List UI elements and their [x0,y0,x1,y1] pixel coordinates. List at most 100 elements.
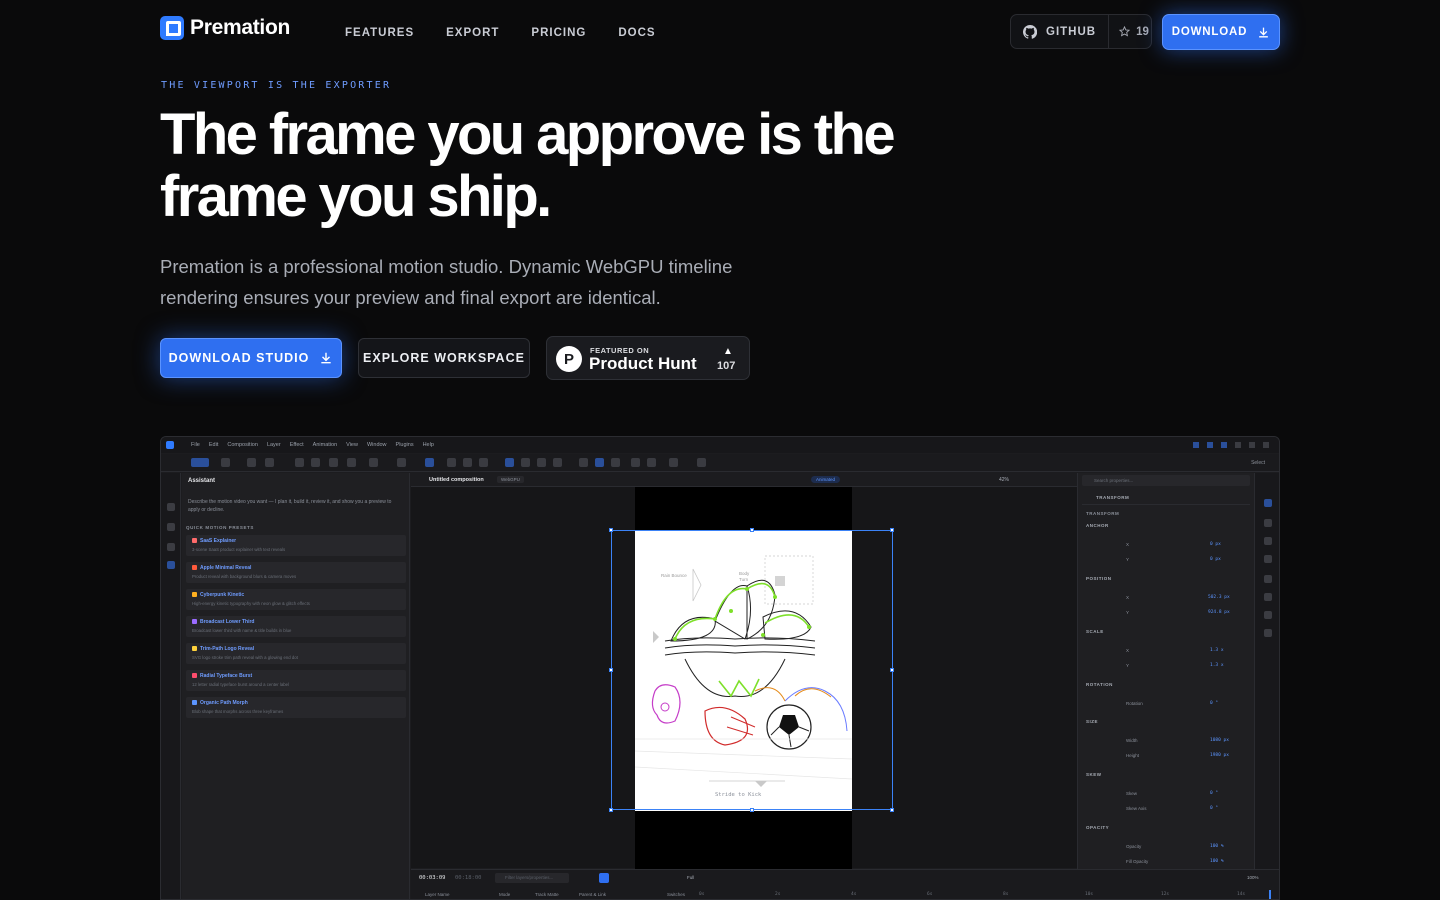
menu-file[interactable]: File [191,442,200,448]
gpu-tool-icon[interactable] [425,458,434,467]
select-tool-icon[interactable] [191,458,209,467]
scale-y-value[interactable]: 1.3 x [1210,663,1224,668]
maximize-icon[interactable] [1249,442,1255,448]
grid-tool-icon[interactable] [537,458,546,467]
brush-icon[interactable] [1264,519,1272,527]
resize-handle[interactable] [890,808,894,812]
github-button[interactable]: GITHUB 19 [1010,14,1152,49]
resize-handle[interactable] [890,668,894,672]
width-value[interactable]: 1080 px [1210,738,1229,743]
menu-layer[interactable]: Layer [267,442,281,448]
preset-item[interactable]: SaaS Explainer 3-scene SaaS product expla… [186,535,406,556]
transform-section[interactable]: TRANSFORM [1096,495,1129,500]
selection-box[interactable] [611,530,893,810]
media-icon[interactable] [167,523,175,531]
add-tool-icon[interactable] [369,458,378,467]
composition-tab[interactable]: Untitled composition [429,477,484,483]
minimize-icon[interactable] [1235,442,1241,448]
crop-tool-icon[interactable] [611,458,620,467]
anchor-y-value[interactable]: 0 px [1210,557,1221,562]
preset-item[interactable]: Cyberpunk Kinetic High-energy kinetic typ… [186,589,406,610]
move-tool-icon[interactable] [463,458,472,467]
resize-handle[interactable] [890,528,894,532]
gear-icon[interactable] [1264,593,1272,601]
link-tool-icon[interactable] [347,458,356,467]
download-button[interactable]: DOWNLOAD [1162,14,1280,50]
rotation-value[interactable]: 0 ° [1210,701,1218,706]
list-icon[interactable] [1264,629,1272,637]
fill-opacity-value[interactable]: 100 % [1210,859,1224,864]
layout-tool-icon[interactable] [669,458,678,467]
preset-item[interactable]: Organic Path Morph Blob shape that morphs… [186,697,406,718]
properties-icon[interactable] [1264,499,1272,507]
layout-icon[interactable] [1221,442,1227,448]
download-studio-button[interactable]: DOWNLOAD STUDIO [160,338,342,378]
opacity-value[interactable]: 100 % [1210,844,1224,849]
play-button[interactable] [599,873,609,883]
brand-logo[interactable]: Premation [160,16,290,40]
redo-icon[interactable] [647,458,656,467]
preset-item[interactable]: Broadcast Lower Third Broadcast lower thi… [186,616,406,637]
anchor-x-value[interactable]: 0 px [1210,542,1221,547]
position-y-value[interactable]: 924.8 px [1208,610,1230,615]
anchor-tool-icon[interactable] [397,458,406,467]
menu-window[interactable]: Window [367,442,387,448]
timeline-current-time[interactable]: 00:03:09 [419,875,446,881]
link-icon[interactable] [1264,537,1272,545]
height-value[interactable]: 1980 px [1210,753,1229,758]
undo-icon[interactable] [631,458,640,467]
refresh-tool-icon[interactable] [553,458,562,467]
menu-help[interactable]: Help [423,442,434,448]
timeline-search-input[interactable]: Filter layers/properties... [495,873,569,883]
library-icon[interactable] [167,543,175,551]
layers-icon[interactable] [167,503,175,511]
effects-icon[interactable] [1264,555,1272,563]
nav-link-features[interactable]: FEATURES [345,27,414,39]
menu-animation[interactable]: Animation [313,442,337,448]
resize-handle[interactable] [609,528,613,532]
crosshair-tool-icon[interactable] [521,458,530,467]
graph-icon[interactable] [1264,575,1272,583]
audio-icon[interactable] [1264,611,1272,619]
pin-tool-icon[interactable] [329,458,338,467]
close-icon[interactable] [1263,442,1269,448]
assistant-icon[interactable] [167,561,175,569]
puppet-tool-icon[interactable] [505,458,514,467]
layout-icon[interactable] [1207,442,1213,448]
preset-item[interactable]: Radial Typeface Burst 12 letter radial ty… [186,670,406,691]
shape-tool-icon[interactable] [265,458,274,467]
nav-link-export[interactable]: EXPORT [446,27,499,39]
resize-handle[interactable] [750,808,754,812]
preset-item[interactable]: Apple Minimal Reveal Product reveal with … [186,562,406,583]
skew-value[interactable]: 0 ° [1210,791,1218,796]
menu-view[interactable]: View [346,442,358,448]
explore-workspace-button[interactable]: EXPLORE WORKSPACE [358,338,530,378]
menu-edit[interactable]: Edit [209,442,218,448]
zoom-level[interactable]: 42% [999,477,1009,483]
frame-tool-icon[interactable] [595,458,604,467]
menu-effect[interactable]: Effect [290,442,304,448]
pen-tool-icon[interactable] [221,458,230,467]
resize-handle[interactable] [609,808,613,812]
layout-icon[interactable] [1193,442,1199,448]
settings-icon[interactable] [697,458,706,467]
menu-plugins[interactable]: Plugins [396,442,414,448]
position-x-value[interactable]: 502.3 px [1208,595,1230,600]
text-tool-icon[interactable] [247,458,256,467]
nav-link-pricing[interactable]: PRICING [531,27,586,39]
timeline-zoom[interactable]: 100% [1247,875,1259,880]
scale-x-value[interactable]: 1.3 x [1210,648,1224,653]
fill-tool-icon[interactable] [311,458,320,467]
properties-search[interactable]: Search properties... [1082,475,1250,486]
node-tool-icon[interactable] [447,458,456,467]
playhead[interactable] [1269,890,1271,899]
nav-link-docs[interactable]: DOCS [618,27,655,39]
skew-axis-value[interactable]: 0 ° [1210,806,1218,811]
flash-tool-icon[interactable] [579,458,588,467]
product-hunt-badge[interactable]: P FEATURED ON Product Hunt ▲ 107 [546,336,750,380]
camera-tool-icon[interactable] [479,458,488,467]
resize-handle[interactable] [750,528,754,532]
resize-handle[interactable] [609,668,613,672]
quality-select[interactable]: Full [687,875,694,880]
mask-tool-icon[interactable] [295,458,304,467]
